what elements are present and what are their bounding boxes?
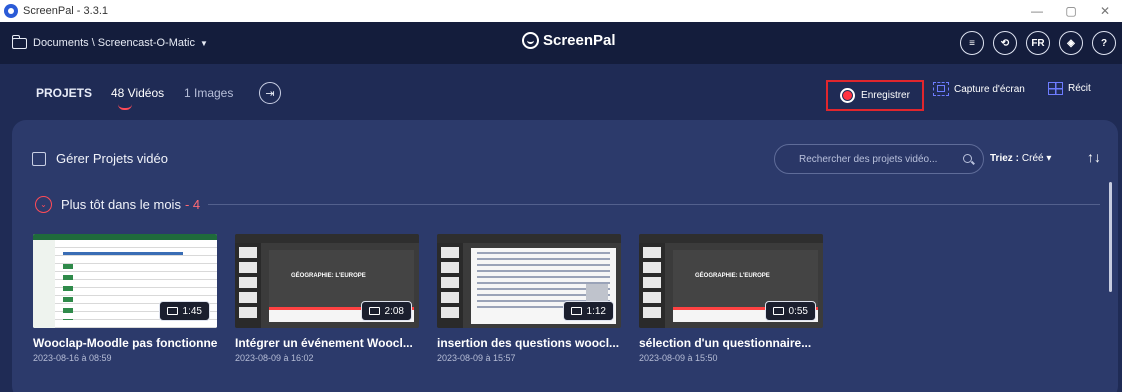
folder-icon: [166, 307, 178, 315]
duration-text: 1:12: [586, 305, 606, 317]
slide-title: GÉOGRAPHIE: L'EUROPE: [695, 273, 770, 279]
group-count: - 4: [184, 197, 201, 212]
thumb-row-markers: [63, 264, 73, 320]
thumb-popup: [586, 284, 608, 302]
folder-icon: [772, 307, 784, 315]
close-button[interactable]: ✕: [1088, 0, 1122, 22]
folder-path-selector[interactable]: Documents \ Screencast-O-Matic ▼: [11, 34, 208, 49]
thumb-slide-sidebar: [235, 243, 261, 328]
duration-badge: 0:55: [764, 301, 816, 321]
screenpal-logo: ScreenPal: [522, 32, 616, 49]
video-thumbnail[interactable]: GÉOGRAPHIE: L'EUROPE 2:08: [235, 234, 419, 328]
tabs-bar: PROJETS 48 Vidéos 1 Images ⇥ Enregistrer…: [0, 64, 1122, 120]
logo-icon: [522, 32, 539, 49]
duration-badge: 1:12: [562, 301, 614, 321]
group-header: ⌄ Plus tôt dans le mois - 4: [35, 196, 1100, 213]
import-icon[interactable]: ⇥: [259, 82, 281, 104]
thumb-toolbar: [235, 234, 419, 243]
thumb-toolbar: [437, 234, 621, 243]
sort-label: Triez :: [990, 153, 1019, 164]
minimize-button[interactable]: —: [1020, 0, 1054, 22]
folder-icon: [11, 34, 27, 49]
scrollbar[interactable]: [1109, 182, 1112, 292]
video-title[interactable]: insertion des questions woocl...: [437, 336, 621, 350]
video-title[interactable]: sélection d'un questionnaire...: [639, 336, 823, 350]
thumb-slide-sidebar: [437, 243, 463, 328]
folder-icon: [570, 307, 582, 315]
window-controls: — ▢ ✕: [1020, 0, 1122, 22]
tab-projects[interactable]: PROJETS: [36, 86, 92, 100]
window-title: ScreenPal - 3.3.1: [23, 5, 108, 17]
sort-direction-icon[interactable]: ↑↓: [1087, 149, 1101, 165]
video-card[interactable]: GÉOGRAPHIE: L'EUROPE 0:55 sélection d'un…: [639, 234, 823, 363]
projects-panel: Gérer Projets vidéo Rechercher des proje…: [12, 120, 1118, 392]
app-header: Documents \ Screencast-O-Matic ▼ ScreenP…: [0, 22, 1122, 64]
video-card[interactable]: 1:12 insertion des questions woocl... 20…: [437, 234, 621, 363]
story-icon: [1048, 82, 1063, 95]
screenpal-app-icon: [4, 4, 18, 18]
queue-icon[interactable]: ≡: [960, 31, 984, 55]
video-date: 2023-08-16 à 08:59: [33, 353, 112, 363]
video-title[interactable]: Intégrer un événement Woocl...: [235, 336, 419, 350]
slide-title: GÉOGRAPHIE: L'EUROPE: [291, 273, 366, 279]
record-button[interactable]: Enregistrer: [826, 80, 924, 111]
video-card[interactable]: GÉOGRAPHIE: L'EUROPE 2:08 Intégrer un év…: [235, 234, 419, 363]
history-icon[interactable]: ⟲: [993, 31, 1017, 55]
thumb-toolbar: [639, 234, 823, 243]
folder-path: Documents \ Screencast-O-Matic: [33, 37, 195, 49]
logo-text: ScreenPal: [543, 32, 616, 49]
video-thumbnail[interactable]: GÉOGRAPHIE: L'EUROPE 0:55: [639, 234, 823, 328]
window-title-bar: ScreenPal - 3.3.1 — ▢ ✕: [0, 0, 1122, 22]
layers-icon[interactable]: ◈: [1059, 31, 1083, 55]
video-thumbnail[interactable]: 1:12: [437, 234, 621, 328]
duration-text: 1:45: [182, 305, 202, 317]
story-button[interactable]: Récit: [1048, 82, 1091, 95]
sort-value: Créé ▾: [1021, 153, 1052, 164]
collapse-group-icon[interactable]: ⌄: [35, 196, 52, 213]
story-label: Récit: [1068, 83, 1091, 94]
tab-images[interactable]: 1 Images: [184, 86, 233, 100]
video-date: 2023-08-09 à 16:02: [235, 353, 314, 363]
duration-text: 2:08: [384, 305, 404, 317]
language-button[interactable]: FR: [1026, 31, 1050, 55]
thumb-header-band: [63, 252, 183, 255]
search-icon[interactable]: [963, 154, 972, 163]
folder-icon: [368, 307, 380, 315]
maximize-button[interactable]: ▢: [1054, 0, 1088, 22]
thumb-slide-sidebar: [639, 243, 665, 328]
search-placeholder: Rechercher des projets vidéo...: [799, 153, 938, 165]
active-tab-indicator: [118, 104, 132, 110]
help-icon[interactable]: ?: [1092, 31, 1116, 55]
chevron-down-icon: ▼: [200, 38, 208, 48]
duration-badge: 2:08: [360, 301, 412, 321]
video-thumbnail[interactable]: 1:45: [33, 234, 217, 328]
video-title[interactable]: Wooclap-Moodle pas fonctionnel: [33, 336, 217, 350]
record-icon: [840, 88, 856, 103]
tab-videos[interactable]: 48 Vidéos: [111, 86, 164, 100]
manage-checkbox[interactable]: [32, 151, 46, 166]
duration-badge: 1:45: [158, 301, 210, 321]
manage-projects-toggle[interactable]: Gérer Projets vidéo: [32, 151, 168, 166]
record-label: Enregistrer: [861, 90, 910, 101]
video-date: 2023-08-09 à 15:57: [437, 353, 516, 363]
video-grid: 1:45 Wooclap-Moodle pas fonctionnel 2023…: [33, 234, 823, 363]
group-title: Plus tôt dans le mois: [61, 197, 181, 212]
search-input[interactable]: Rechercher des projets vidéo...: [774, 144, 984, 174]
screenshot-button[interactable]: Capture d'écran: [933, 82, 1025, 96]
sort-dropdown[interactable]: Triez : Créé ▾: [990, 153, 1051, 164]
duration-text: 0:55: [788, 305, 808, 317]
header-icon-group: ≡ ⟲ FR ◈ ?: [960, 31, 1116, 55]
group-divider: [208, 204, 1100, 205]
video-date: 2023-08-09 à 15:50: [639, 353, 718, 363]
screenshot-icon: [933, 82, 949, 96]
video-card[interactable]: 1:45 Wooclap-Moodle pas fonctionnel 2023…: [33, 234, 217, 363]
manage-label: Gérer Projets vidéo: [56, 151, 168, 166]
screenshot-label: Capture d'écran: [954, 83, 1025, 95]
